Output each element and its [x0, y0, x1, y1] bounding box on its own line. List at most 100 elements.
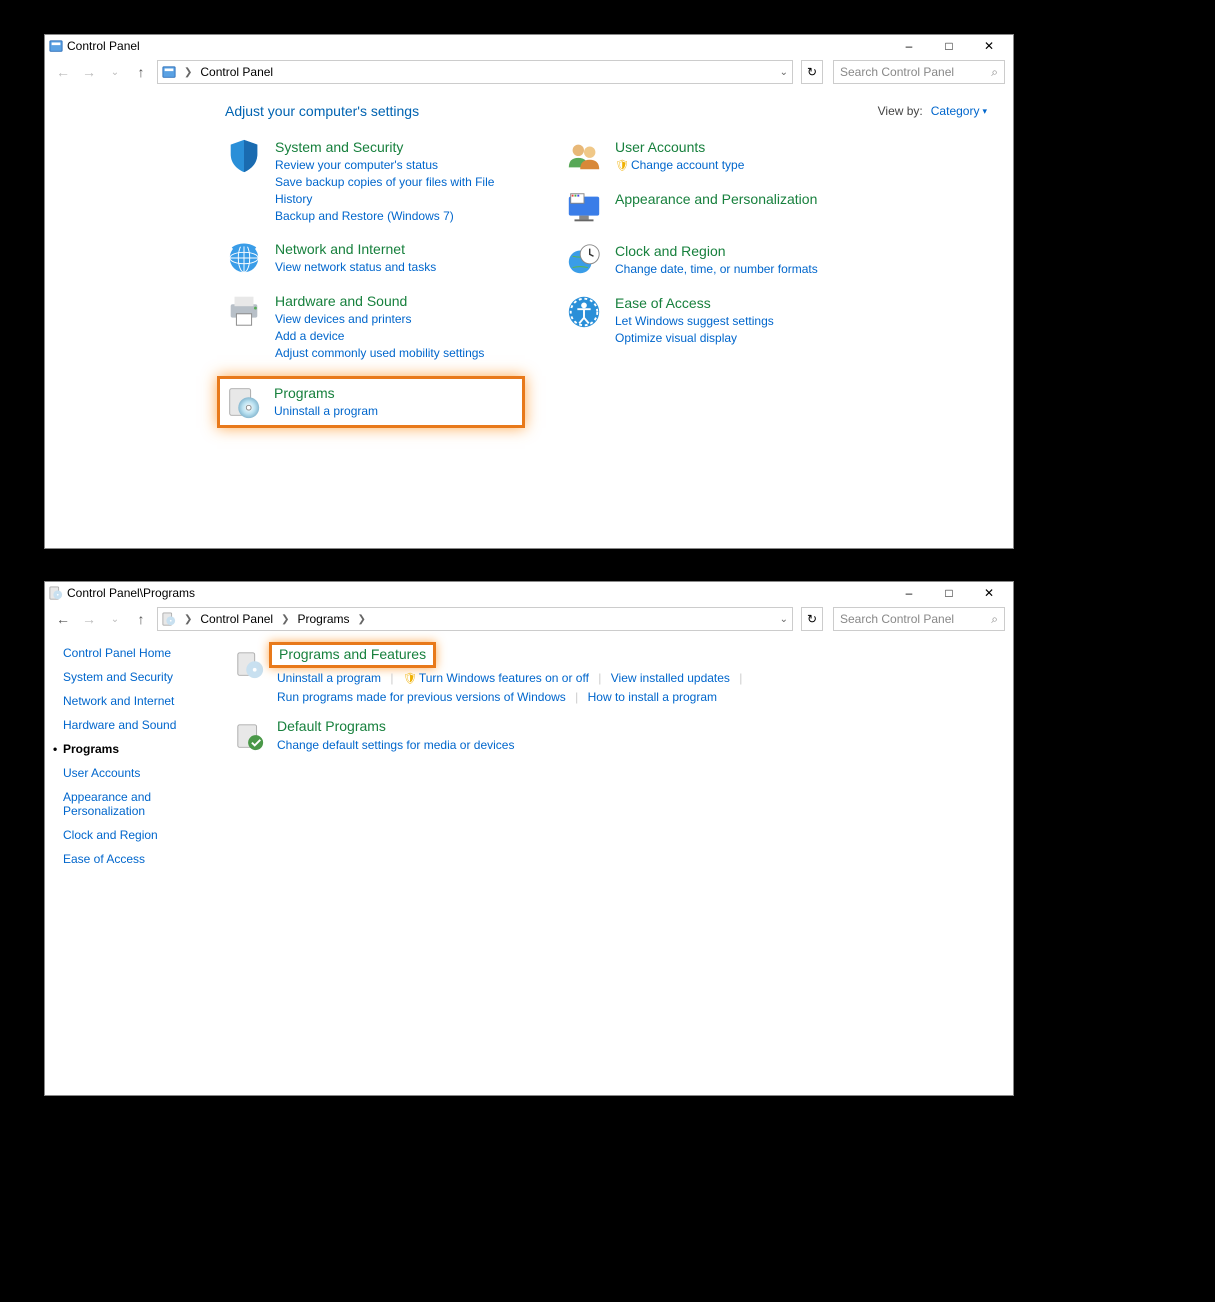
clock-globe-icon — [565, 241, 603, 279]
breadcrumb-item[interactable]: Programs — [298, 612, 350, 626]
category-user-accounts: User Accounts 🛡Change account type — [565, 137, 865, 175]
titlebar[interactable]: Control Panel – □ ✕ — [45, 35, 1013, 57]
chevron-down-icon[interactable]: ⌄ — [780, 67, 788, 78]
task-link[interactable]: View network status and tasks — [275, 259, 436, 276]
category-title[interactable]: Clock and Region — [615, 243, 818, 259]
content-area: Control Panel Home System and Security N… — [45, 634, 1013, 1095]
search-input[interactable] — [840, 65, 987, 79]
group-title[interactable]: Default Programs — [277, 718, 386, 734]
chevron-right-icon[interactable]: ❯ — [180, 614, 196, 625]
task-link[interactable]: Add a device — [275, 328, 484, 345]
category-ease-of-access: Ease of Access Let Windows suggest setti… — [565, 293, 865, 347]
task-link[interactable]: View devices and printers — [275, 311, 484, 328]
shield-icon — [225, 137, 263, 175]
search-box[interactable]: ⌕ — [833, 60, 1005, 84]
task-link[interactable]: View installed updates — [611, 671, 730, 685]
sidebar-item[interactable]: Ease of Access — [63, 852, 207, 866]
sidebar-item-current[interactable]: Programs — [63, 742, 207, 756]
forward-button[interactable]: → — [79, 62, 99, 82]
disc-icon — [49, 586, 63, 600]
address-bar[interactable]: ❯ Control Panel ❯ Programs ❯ ⌄ — [157, 607, 793, 631]
forward-button[interactable]: → — [79, 609, 99, 629]
task-link[interactable]: Uninstall a program — [277, 671, 381, 685]
maximize-button[interactable]: □ — [929, 36, 969, 57]
category-system-security: System and Security Review your computer… — [225, 137, 525, 225]
page-title: Adjust your computer's settings — [225, 103, 419, 119]
sidebar-item[interactable]: Control Panel Home — [63, 646, 207, 660]
refresh-button[interactable]: ↻ — [801, 60, 823, 84]
recent-dropdown[interactable]: ⌄ — [105, 609, 125, 629]
category-clock-region: Clock and Region Change date, time, or n… — [565, 241, 865, 279]
sidebar-item[interactable]: System and Security — [63, 670, 207, 684]
side-panel: Control Panel Home System and Security N… — [45, 634, 219, 1095]
breadcrumb-item[interactable]: Control Panel — [200, 612, 273, 626]
close-button[interactable]: ✕ — [969, 583, 1009, 604]
category-title[interactable]: Ease of Access — [615, 295, 774, 311]
chevron-right-icon[interactable]: ❯ — [277, 614, 293, 625]
task-link[interactable]: Change date, time, or number formats — [615, 261, 818, 278]
task-link[interactable]: Let Windows suggest settings — [615, 313, 774, 330]
refresh-button[interactable]: ↻ — [801, 607, 823, 631]
group-title[interactable]: Programs and Features — [279, 646, 426, 662]
up-button[interactable]: ↑ — [131, 609, 151, 629]
disc-icon — [162, 612, 176, 626]
navbar: ← → ⌄ ↑ ❯ Control Panel ⌄ ↻ ⌕ — [45, 57, 1013, 87]
printer-icon — [225, 291, 263, 329]
address-bar[interactable]: ❯ Control Panel ⌄ — [157, 60, 793, 84]
category-title[interactable]: Programs — [274, 385, 378, 401]
control-panel-programs-window: Control Panel\Programs – □ ✕ ← → ⌄ ↑ ❯ C… — [44, 581, 1014, 1096]
task-link[interactable]: Turn Windows features on or off — [419, 671, 589, 685]
sidebar-item[interactable]: Hardware and Sound — [63, 718, 207, 732]
category-title[interactable]: Appearance and Personalization — [615, 191, 817, 207]
titlebar[interactable]: Control Panel\Programs – □ ✕ — [45, 582, 1013, 604]
category-title[interactable]: User Accounts — [615, 139, 744, 155]
task-link[interactable]: Optimize visual display — [615, 330, 774, 347]
minimize-button[interactable]: – — [889, 583, 929, 604]
left-column: System and Security Review your computer… — [225, 137, 525, 442]
category-title[interactable]: System and Security — [275, 139, 525, 155]
sidebar-item[interactable]: Clock and Region — [63, 828, 207, 842]
sidebar-item[interactable]: Appearance and Personalization — [63, 790, 207, 818]
up-button[interactable]: ↑ — [131, 62, 151, 82]
category-network-internet: Network and Internet View network status… — [225, 239, 525, 277]
minimize-button[interactable]: – — [889, 36, 929, 57]
search-box[interactable]: ⌕ — [833, 607, 1005, 631]
category-title[interactable]: Network and Internet — [275, 241, 436, 257]
view-by: View by: Category ▾ — [878, 104, 987, 118]
task-link[interactable]: Change default settings for media or dev… — [277, 738, 514, 752]
task-link[interactable]: How to install a program — [588, 690, 717, 704]
sidebar-item[interactable]: Network and Internet — [63, 694, 207, 708]
sidebar-item[interactable]: User Accounts — [63, 766, 207, 780]
search-input[interactable] — [840, 612, 987, 626]
control-panel-icon — [162, 65, 176, 79]
view-by-label: View by: — [878, 104, 923, 118]
back-button[interactable]: ← — [53, 609, 73, 629]
maximize-button[interactable]: □ — [929, 583, 969, 604]
disc-icon — [235, 650, 265, 680]
task-link[interactable]: Save backup copies of your files with Fi… — [275, 174, 525, 208]
search-icon: ⌕ — [991, 65, 998, 80]
task-link[interactable]: Adjust commonly used mobility settings — [275, 345, 484, 362]
default-programs-icon — [235, 722, 265, 752]
chevron-right-icon[interactable]: ❯ — [180, 67, 196, 78]
chevron-down-icon[interactable]: ⌄ — [780, 614, 788, 625]
view-by-select[interactable]: Category ▾ — [931, 104, 987, 118]
back-button[interactable]: ← — [53, 62, 73, 82]
task-link[interactable]: Run programs made for previous versions … — [277, 690, 566, 704]
shield-icon: 🛡 — [615, 160, 629, 172]
category-title[interactable]: Hardware and Sound — [275, 293, 484, 309]
task-link[interactable]: Uninstall a program — [274, 403, 378, 420]
group-programs-features: Programs and Features Uninstall a progra… — [235, 646, 997, 706]
window-title: Control Panel\Programs — [67, 586, 195, 600]
chevron-right-icon[interactable]: ❯ — [354, 614, 370, 625]
close-button[interactable]: ✕ — [969, 36, 1009, 57]
users-icon — [565, 137, 603, 175]
recent-dropdown[interactable]: ⌄ — [105, 62, 125, 82]
task-link[interactable]: Review your computer's status — [275, 157, 525, 174]
breadcrumb-item[interactable]: Control Panel — [200, 65, 273, 79]
globe-icon — [225, 239, 263, 277]
monitor-icon — [565, 189, 603, 227]
task-link[interactable]: Backup and Restore (Windows 7) — [275, 208, 525, 225]
shield-icon: 🛡 — [403, 673, 417, 685]
task-link[interactable]: 🛡Change account type — [615, 157, 744, 175]
